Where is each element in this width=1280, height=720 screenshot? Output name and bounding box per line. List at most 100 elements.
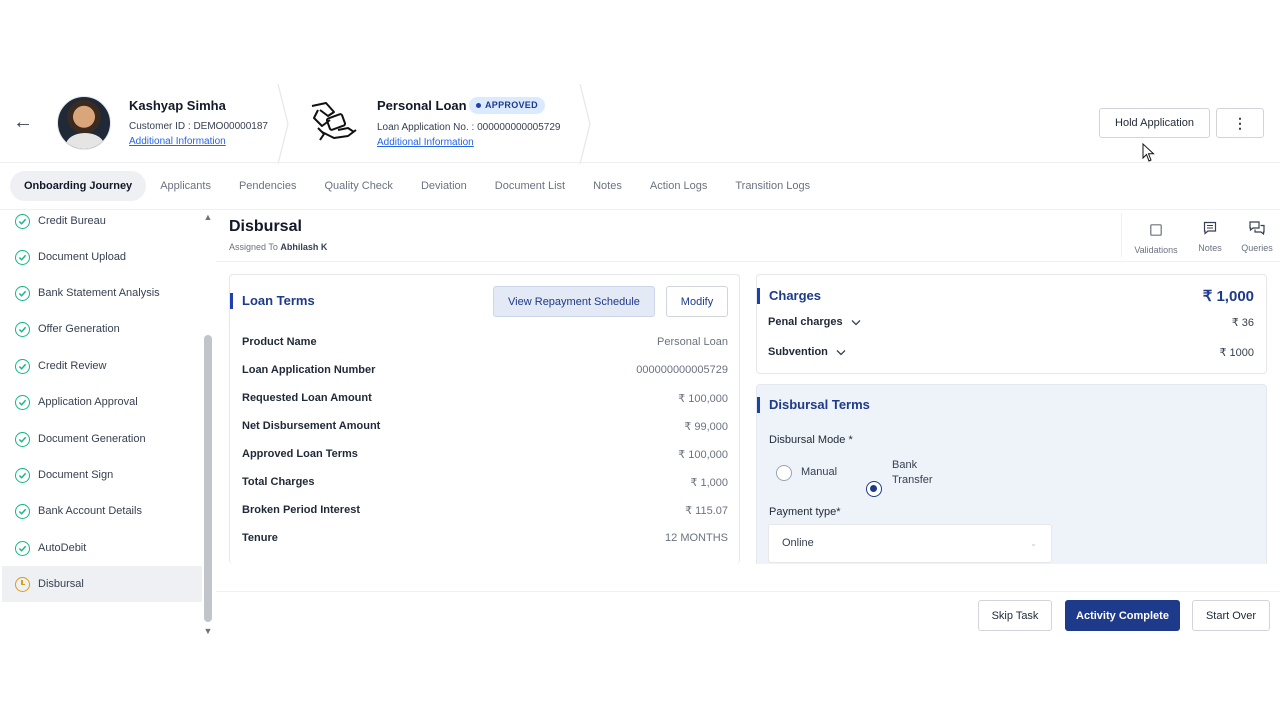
sidebar-item-label: Document Upload (38, 251, 127, 263)
loan-term-key: Loan Application Number (242, 364, 376, 376)
disbursal-mode-bank-transfer-radio[interactable] (866, 481, 882, 497)
tab-pendencies[interactable]: Pendencies (225, 171, 311, 201)
payment-type-label: Payment type* (769, 506, 841, 518)
penal-charges-toggle[interactable]: Penal charges (768, 316, 861, 328)
header-separator-chevron (579, 84, 591, 164)
check-circle-icon (15, 394, 30, 410)
loan-term-value: 000000000005729 (636, 364, 728, 376)
customer-id: Customer ID : DEMO00000187 (129, 121, 268, 132)
check-circle-icon (15, 249, 30, 265)
more-options-button[interactable]: ⋮ (1216, 108, 1264, 138)
loan-terms-title: Loan Terms (230, 293, 315, 309)
sidebar-item-disbursal[interactable]: Disbursal (2, 566, 202, 602)
loan-term-row: Product Name Personal Loan (242, 332, 728, 352)
disbursal-mode-label: Disbursal Mode * (769, 434, 853, 446)
validations-button[interactable]: Validations (1128, 221, 1184, 255)
loan-term-key: Product Name (242, 336, 317, 348)
check-circle-icon (15, 285, 30, 301)
chevron-down-icon (851, 319, 861, 325)
disbursal-mode-manual-radio[interactable] (776, 465, 792, 481)
tab-notes[interactable]: Notes (579, 171, 636, 201)
tab-quality-check[interactable]: Quality Check (310, 171, 406, 201)
chevron-down-icon: ⌄ (1030, 539, 1037, 548)
sidebar-item-offer-generation[interactable]: Offer Generation (2, 311, 202, 347)
charges-title: Charges (757, 288, 821, 304)
assigned-to: Assigned To Abhilash K (229, 242, 328, 252)
loan-term-key: Total Charges (242, 476, 315, 488)
loan-term-key: Approved Loan Terms (242, 448, 358, 460)
sidebar-item-label: Credit Bureau (38, 215, 106, 227)
notes-icon (1203, 221, 1217, 235)
sidebar-item-bank-statement-analysis[interactable]: Bank Statement Analysis (2, 275, 202, 311)
loan-term-key: Requested Loan Amount (242, 392, 372, 404)
sidebar-item-document-upload[interactable]: Document Upload (2, 239, 202, 275)
loan-term-key: Tenure (242, 532, 278, 544)
tab-bar: Onboarding Journey Applicants Pendencies… (10, 170, 824, 202)
sidebar-item-label: Offer Generation (38, 323, 120, 335)
customer-additional-info-link[interactable]: Additional Information (129, 136, 226, 147)
loan-product-title: Personal Loan (377, 98, 467, 113)
loan-term-row: Broken Period Interest ₹ 115.07 (242, 500, 728, 520)
sidebar-item-label: Document Sign (38, 469, 114, 481)
validations-label: Validations (1134, 245, 1178, 255)
loan-term-row: Requested Loan Amount ₹ 100,000 (242, 388, 728, 408)
sidebar-item-label: Application Approval (38, 396, 138, 408)
page-title: Disbursal (229, 218, 302, 235)
loan-term-key: Net Disbursement Amount (242, 420, 381, 432)
sidebar-item-bank-account-details[interactable]: Bank Account Details (2, 493, 202, 529)
tab-document-list[interactable]: Document List (481, 171, 579, 201)
sidebar-item-label: Credit Review (38, 360, 107, 372)
loan-term-value: 12 MONTHS (665, 532, 728, 544)
charge-row-subvention: Subvention ₹ 1000 (768, 343, 1254, 361)
disbursal-mode-manual-label[interactable]: Manual (801, 466, 837, 478)
loan-application-number: Loan Application No. : 000000000005729 (377, 122, 561, 133)
loan-additional-info-link[interactable]: Additional Information (377, 137, 474, 148)
queries-button[interactable]: Queries (1229, 219, 1280, 253)
modify-button[interactable]: Modify (666, 286, 728, 317)
tab-applicants[interactable]: Applicants (146, 171, 225, 201)
skip-task-button[interactable]: Skip Task (978, 600, 1052, 631)
tab-transition-logs[interactable]: Transition Logs (721, 171, 824, 201)
customer-name: Kashyap Simha (129, 98, 226, 113)
sidebar-item-credit-review[interactable]: Credit Review (2, 348, 202, 384)
loan-term-value: Personal Loan (657, 336, 728, 348)
sidebar-item-document-sign[interactable]: Document Sign (2, 457, 202, 493)
start-over-button[interactable]: Start Over (1192, 600, 1270, 631)
sidebar-item-document-generation[interactable]: Document Generation (2, 421, 202, 457)
scroll-up-arrow-icon[interactable]: ▲ (203, 212, 213, 222)
sidebar-item-label: Bank Statement Analysis (38, 287, 160, 299)
charge-value: ₹ 1000 (1219, 346, 1254, 359)
loan-term-value: ₹ 100,000 (678, 448, 728, 461)
queries-label: Queries (1241, 243, 1273, 253)
hold-application-button[interactable]: Hold Application (1099, 108, 1210, 138)
sidebar-item-application-approval[interactable]: Application Approval (2, 384, 202, 420)
sidebar-item-autodebit[interactable]: AutoDebit (2, 530, 202, 566)
back-arrow-icon[interactable]: ← (12, 110, 34, 134)
disbursal-mode-bank-transfer-label[interactable]: Bank Transfer (892, 458, 944, 488)
header-divider (0, 162, 1280, 163)
activity-complete-button[interactable]: Activity Complete (1065, 600, 1180, 631)
loan-term-value: ₹ 99,000 (684, 420, 728, 433)
sidebar-scrollbar[interactable] (204, 335, 212, 622)
tab-onboarding-journey[interactable]: Onboarding Journey (10, 171, 147, 201)
loan-term-row: Approved Loan Terms ₹ 100,000 (242, 444, 728, 464)
disbursal-terms-title: Disbursal Terms (757, 397, 870, 413)
journey-sidebar: Credit Bureau Document Upload Bank State… (0, 210, 216, 635)
chevron-down-icon (836, 349, 846, 355)
scroll-down-arrow-icon[interactable]: ▼ (203, 626, 213, 636)
checkbox-icon (1150, 224, 1162, 236)
view-repayment-schedule-button[interactable]: View Repayment Schedule (493, 286, 655, 317)
loan-term-row: Net Disbursement Amount ₹ 99,000 (242, 416, 728, 436)
charge-row-penal: Penal charges ₹ 36 (768, 313, 1254, 331)
tab-action-logs[interactable]: Action Logs (636, 171, 721, 201)
sidebar-item-credit-bureau[interactable]: Credit Bureau (2, 210, 202, 239)
header-separator-chevron (277, 84, 289, 164)
footer-divider (216, 591, 1280, 592)
status-badge: APPROVED (469, 97, 545, 114)
payment-type-select[interactable]: Online ⌄ (768, 524, 1052, 563)
check-circle-icon (15, 358, 30, 374)
tab-deviation[interactable]: Deviation (407, 171, 481, 201)
loan-term-value: ₹ 1,000 (690, 476, 728, 489)
subvention-toggle[interactable]: Subvention (768, 346, 846, 358)
avatar (57, 96, 111, 150)
